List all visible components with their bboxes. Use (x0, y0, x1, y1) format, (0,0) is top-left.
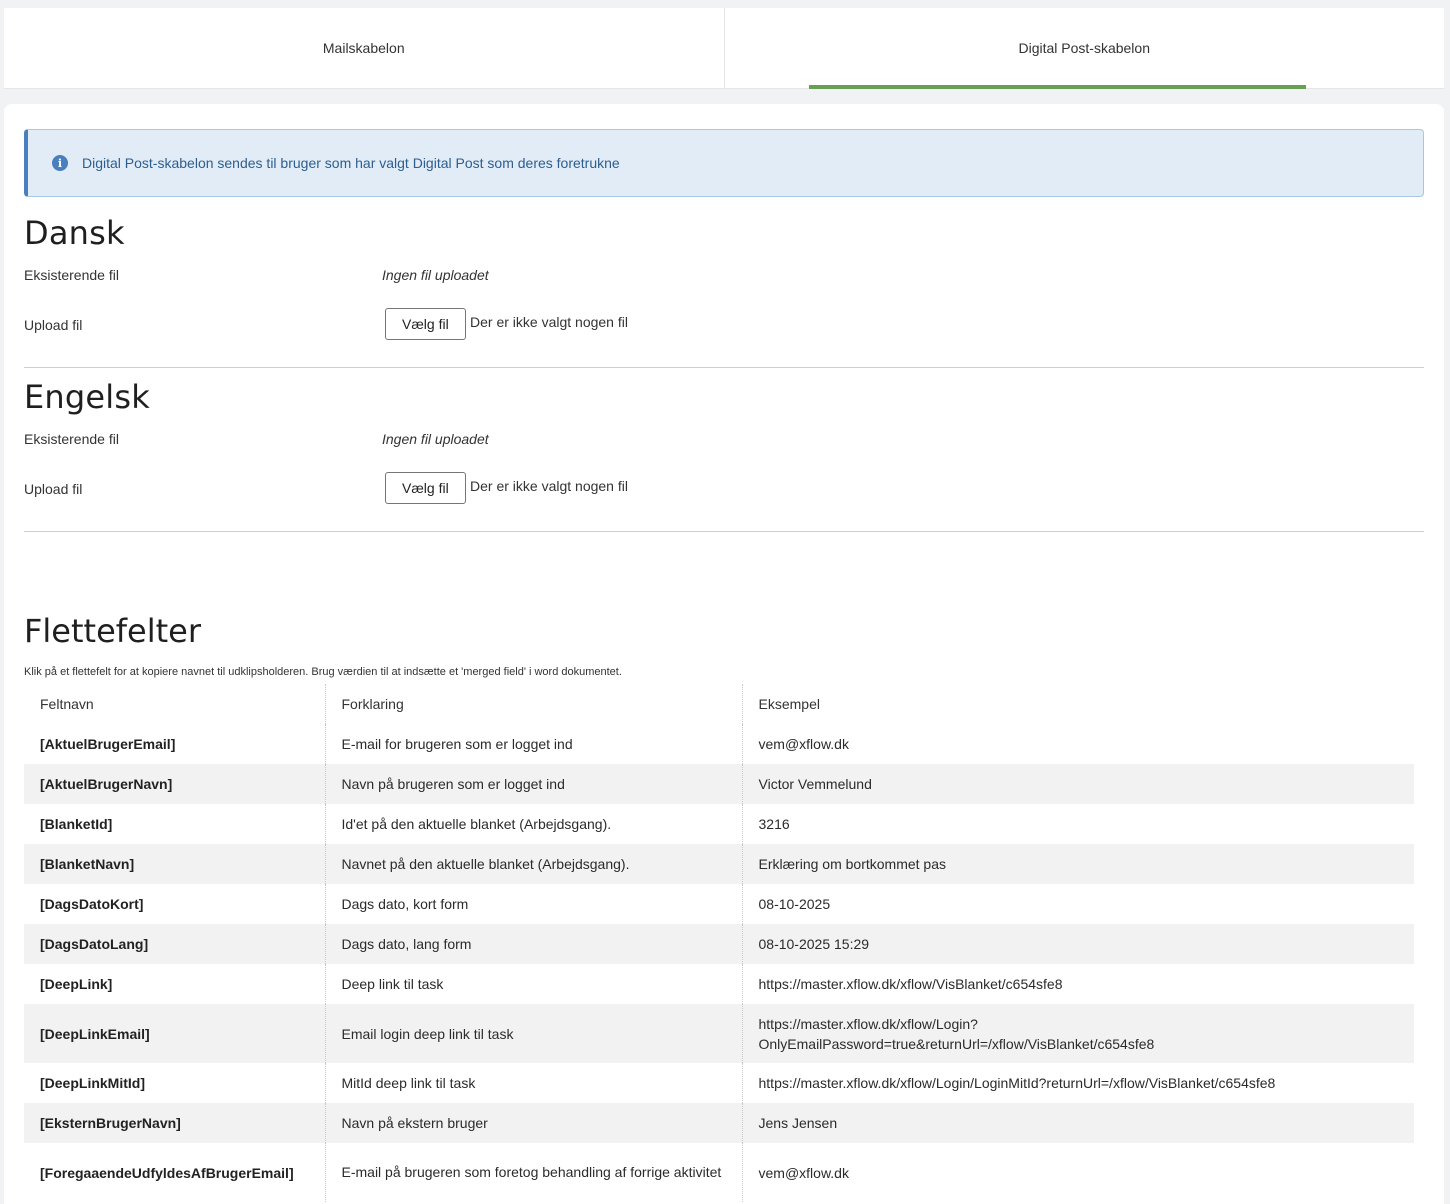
table-row[interactable]: [AktuelBrugerNavn] Navn på brugeren som e… (24, 764, 1414, 804)
table-row[interactable]: [AktuelBrugerEmail] E-mail for brugeren s… (24, 724, 1414, 764)
merge-fields-table-container: Feltnavn Forklaring Eksempel [AktuelBrug… (24, 684, 1424, 1204)
active-tab-indicator (808, 85, 1306, 89)
info-alert: i Digital Post-skabelon sendes til bruge… (24, 129, 1424, 197)
field-example: 3216 (741, 804, 1414, 844)
file-status: Der er ikke valgt nogen fil (470, 314, 628, 330)
field-description: Id'et på den aktuelle blanket (Arbejdsga… (324, 804, 742, 844)
column-header-feltnavn: Feltnavn (40, 696, 94, 712)
section-dansk: Dansk Eksisterende fil Ingen fil uploade… (24, 214, 1424, 369)
section-engelsk: Engelsk Eksisterende fil Ingen fil uploa… (24, 378, 1424, 533)
field-description: Navn på ekstern bruger (324, 1103, 742, 1143)
section-title: Engelsk (24, 378, 150, 416)
field-name[interactable]: [AktuelBrugerEmail] (24, 724, 325, 764)
existing-file-value: Ingen fil uploadet (382, 267, 489, 283)
info-icon: i (52, 155, 68, 171)
tab-mailskabelon[interactable]: Mailskabelon (4, 8, 724, 88)
field-description: Deep link til task (324, 964, 742, 1004)
field-description: Email login deep link til task (324, 1004, 742, 1063)
field-description: Navnet på den aktuelle blanket (Arbejdsg… (324, 844, 742, 884)
tab-label: Mailskabelon (322, 40, 405, 56)
field-name[interactable]: [BlanketId] (24, 804, 325, 844)
tab-label: Digital Post-skabelon (1018, 40, 1150, 56)
merge-fields-title: Flettefelter (24, 612, 201, 650)
choose-file-button[interactable]: Vælg fil (385, 472, 466, 504)
table-row[interactable]: [BlanketNavn] Navnet på den aktuelle blan… (24, 844, 1414, 884)
field-description: Navn på brugeren som er logget ind (324, 764, 742, 804)
field-example: Erklæring om bortkommet pas (741, 844, 1414, 884)
table-header-row: Feltnavn Forklaring Eksempel (24, 684, 1414, 724)
field-name[interactable]: [BlanketNavn] (24, 844, 325, 884)
info-text: Digital Post-skabelon sendes til bruger … (82, 155, 620, 171)
field-example: vem@xflow.dk (741, 724, 1414, 764)
field-description: E-mail på brugeren som foretog behandlin… (324, 1143, 742, 1202)
choose-file-button[interactable]: Vælg fil (385, 308, 466, 340)
field-example: 08-10-2025 (741, 884, 1414, 924)
divider (24, 531, 1424, 532)
field-description: MitId deep link til task (324, 1063, 742, 1103)
table-row[interactable]: [EksternBrugerNavn] Navn på ekstern bruge… (24, 1103, 1414, 1143)
field-name[interactable]: [DagsDatoKort] (24, 884, 325, 924)
tab-digital-post-skabelon[interactable]: Digital Post-skabelon (723, 8, 1445, 89)
existing-file-label: Eksisterende fil (24, 431, 119, 447)
table-row[interactable]: [DeepLinkEmail] Email login deep link til… (24, 1004, 1414, 1063)
field-description: Dags dato, lang form (324, 924, 742, 964)
field-example: Victor Vemmelund (741, 764, 1414, 804)
field-name[interactable]: [ForegaaendeUdfyldesAfBrugerEmail] (24, 1143, 325, 1202)
field-description: Dags dato, kort form (324, 884, 742, 924)
table-row[interactable]: [DagsDatoLang] Dags dato, lang form 08-10-… (24, 924, 1414, 964)
divider (24, 367, 1424, 368)
column-header-forklaring: Forklaring (324, 684, 742, 724)
field-name[interactable]: [DeepLinkMitId] (24, 1063, 325, 1103)
file-status: Der er ikke valgt nogen fil (470, 478, 628, 494)
existing-file-value: Ingen fil uploadet (382, 431, 489, 447)
field-description: E-mail for brugeren som er logget ind (324, 724, 742, 764)
template-tabs: Mailskabelon Digital Post-skabelon (4, 8, 1444, 89)
field-example: Jens Jensen (741, 1103, 1414, 1143)
table-row[interactable]: [DagsDatoKort] Dags dato, kort form 08-10-… (24, 884, 1414, 924)
field-name[interactable]: [DeepLink] (24, 964, 325, 1004)
section-title: Dansk (24, 214, 125, 252)
field-example: https://master.xflow.dk/xflow/Login? Onl… (741, 1004, 1414, 1063)
upload-file-label: Upload fil (24, 317, 83, 333)
field-example: vem@xflow.dk (741, 1143, 1414, 1202)
table-row[interactable]: [BlanketId] Id'et på den aktuelle blanket… (24, 804, 1414, 844)
field-example: https://master.xflow.dk/xflow/Login/Logi… (741, 1063, 1414, 1103)
existing-file-label: Eksisterende fil (24, 267, 119, 283)
table-row[interactable]: [ForegaaendeUdfyldesAfBrugerEmail] E-mail… (24, 1143, 1414, 1202)
merge-fields-table: Feltnavn Forklaring Eksempel [AktuelBrug… (24, 684, 1414, 1202)
field-name[interactable]: [DagsDatoLang] (24, 924, 325, 964)
field-name[interactable]: [DeepLinkEmail] (24, 1004, 325, 1063)
table-row[interactable]: [DeepLink] Deep link til task https://mast… (24, 964, 1414, 1004)
field-name[interactable]: [EksternBrugerNavn] (24, 1103, 325, 1143)
table-row[interactable]: [DeepLinkMitId] MitId deep link til task h… (24, 1063, 1414, 1103)
content-card: i Digital Post-skabelon sendes til bruge… (4, 104, 1444, 1204)
field-example: https://master.xflow.dk/xflow/VisBlanket… (741, 964, 1414, 1004)
merge-fields-hint: Klik på et flettefelt for at kopiere nav… (24, 666, 622, 678)
upload-file-label: Upload fil (24, 481, 83, 497)
field-example: 08-10-2025 15:29 (741, 924, 1414, 964)
field-name[interactable]: [AktuelBrugerNavn] (24, 764, 325, 804)
column-header-eksempel: Eksempel (741, 684, 1414, 724)
